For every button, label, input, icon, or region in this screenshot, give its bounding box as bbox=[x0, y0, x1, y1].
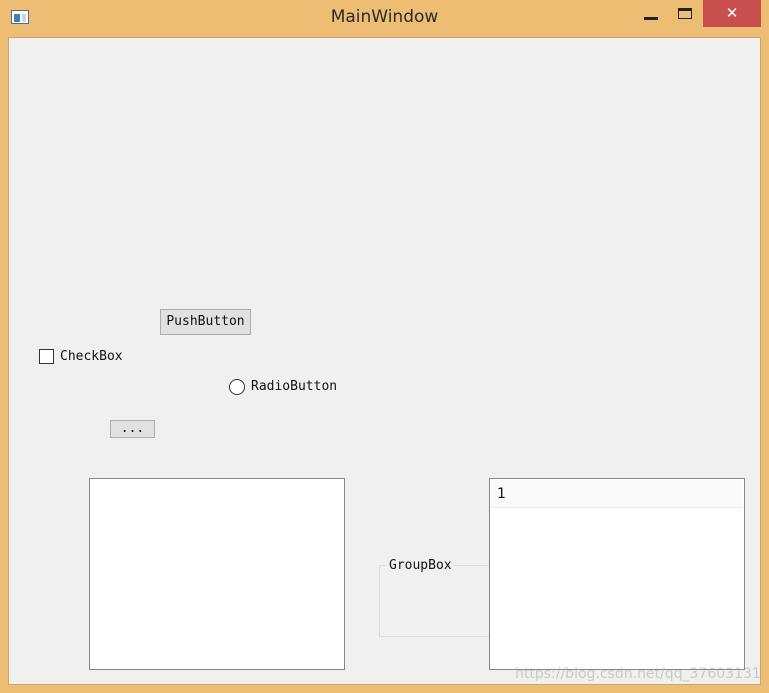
radio-button[interactable] bbox=[229, 379, 245, 395]
text-edit[interactable] bbox=[89, 478, 345, 670]
close-icon: ✕ bbox=[725, 4, 739, 22]
radio-button-label[interactable]: RadioButton bbox=[251, 379, 337, 395]
checkbox[interactable] bbox=[39, 349, 54, 364]
list-item[interactable]: 1 bbox=[491, 480, 743, 508]
maximize-button[interactable] bbox=[670, 0, 700, 27]
maximize-icon bbox=[678, 8, 692, 19]
watermark: https://blog.csdn.net/qq_37603131 bbox=[515, 666, 761, 682]
minimize-button[interactable] bbox=[636, 0, 666, 27]
tool-button[interactable]: ... bbox=[110, 420, 155, 438]
close-button[interactable]: ✕ bbox=[703, 0, 761, 27]
group-box-title: GroupBox bbox=[386, 558, 455, 574]
push-button[interactable]: PushButton bbox=[160, 309, 251, 335]
title-bar[interactable]: MainWindow ✕ bbox=[0, 0, 769, 37]
checkbox-label[interactable]: CheckBox bbox=[60, 349, 123, 365]
group-box bbox=[379, 565, 499, 637]
minimize-icon bbox=[644, 17, 658, 20]
list-widget[interactable]: 1 bbox=[489, 478, 745, 670]
main-window: MainWindow ✕ PushButton CheckBox RadioBu… bbox=[0, 0, 769, 693]
